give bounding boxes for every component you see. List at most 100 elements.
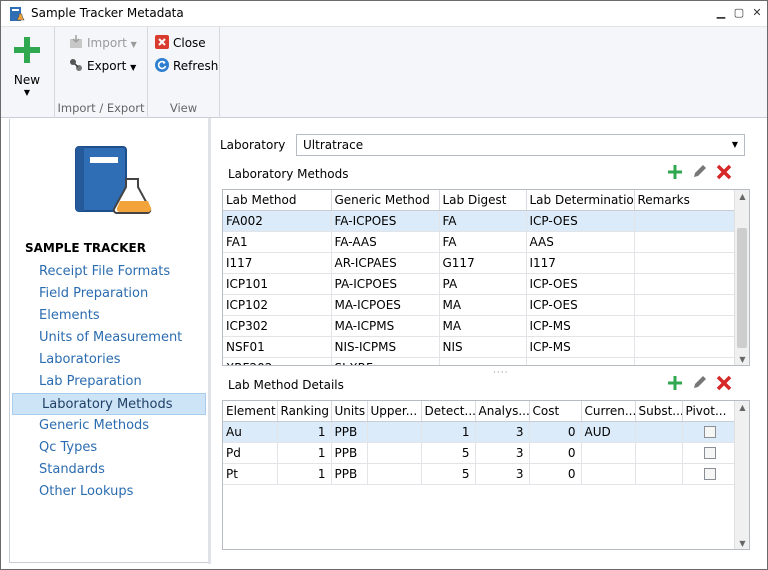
import-button[interactable]: Import ▼ (68, 33, 137, 53)
table-cell[interactable]: ICP-MS (526, 315, 635, 337)
table-cell[interactable]: ICP101 (223, 273, 332, 295)
details-scrollbar[interactable]: ▲ ▼ (734, 401, 749, 549)
methods-column-header[interactable]: Lab Method (223, 190, 332, 211)
table-cell[interactable]: 3 (475, 421, 530, 443)
details-column-header[interactable]: Cost (529, 401, 582, 422)
table-cell[interactable]: ICP-OES (526, 273, 635, 295)
table-cell[interactable]: ICP302 (223, 315, 332, 337)
table-cell[interactable]: PPB (331, 442, 368, 464)
table-cell[interactable]: ICP-OES (526, 294, 635, 316)
close-button[interactable]: Close (154, 33, 206, 53)
edit-detail-button[interactable] (691, 375, 709, 393)
table-cell[interactable]: MA (439, 294, 527, 316)
refresh-button[interactable]: Refresh (154, 56, 218, 76)
table-cell[interactable]: FA (439, 210, 527, 232)
table-cell[interactable] (634, 315, 736, 337)
table-cell[interactable]: ICP102 (223, 294, 332, 316)
export-button[interactable]: Export ▼ (68, 56, 136, 76)
table-cell[interactable] (367, 421, 422, 443)
table-row[interactable]: I117 AR-ICPAES G117 I117 (223, 252, 736, 274)
table-cell[interactable] (634, 273, 736, 295)
details-column-header[interactable]: Detect... (421, 401, 476, 422)
details-column-header[interactable]: Curren... (581, 401, 636, 422)
table-row[interactable]: NSF01 NIS-ICPMS NIS ICP-MS (223, 336, 736, 358)
details-column-header[interactable]: Element (223, 401, 278, 422)
methods-column-header[interactable]: Lab Digest (439, 190, 527, 211)
table-cell[interactable] (635, 463, 683, 485)
minimize-icon[interactable]: ▁ (715, 7, 727, 19)
methods-column-header[interactable]: Remarks (634, 190, 736, 211)
table-cell[interactable] (634, 231, 736, 253)
edit-method-button[interactable] (691, 164, 709, 182)
table-cell[interactable]: NSF01 (223, 336, 332, 358)
sidebar-item-field-preparation[interactable]: Field Preparation (10, 283, 208, 305)
sidebar-item-receipt-file-formats[interactable]: Receipt File Formats (10, 261, 208, 283)
table-cell[interactable] (634, 357, 736, 365)
table-cell[interactable]: FA-AAS (331, 231, 440, 253)
scroll-up-icon[interactable]: ▲ (735, 190, 749, 204)
table-cell[interactable] (367, 442, 422, 464)
table-cell[interactable] (439, 357, 527, 365)
sidebar-item-elements[interactable]: Elements (10, 305, 208, 327)
delete-detail-button[interactable] (716, 375, 734, 393)
table-row[interactable]: Pd 1 PPB 5 3 0 (223, 442, 736, 464)
table-cell[interactable]: 5 (421, 442, 476, 464)
pivot-checkbox[interactable] (704, 467, 716, 480)
close-window-icon[interactable]: ✕ (751, 7, 763, 19)
table-cell[interactable]: PA (439, 273, 527, 295)
table-cell[interactable] (634, 294, 736, 316)
pivot-checkbox-cell[interactable] (682, 442, 736, 464)
table-cell[interactable] (634, 210, 736, 232)
table-cell[interactable]: 0 (529, 442, 582, 464)
methods-column-header[interactable]: Generic Method (331, 190, 440, 211)
table-cell[interactable]: FA002 (223, 210, 332, 232)
table-cell[interactable]: 5 (421, 463, 476, 485)
table-cell[interactable]: 3 (475, 463, 530, 485)
table-cell[interactable]: ICP-OES (526, 210, 635, 232)
pivot-checkbox-cell[interactable] (682, 463, 736, 485)
table-cell[interactable]: Pt (223, 463, 278, 485)
table-cell[interactable]: MA-ICPMS (331, 315, 440, 337)
maximize-icon[interactable]: ▢ (733, 7, 745, 19)
add-method-button[interactable] (667, 164, 685, 182)
details-column-header[interactable]: Analys... (475, 401, 530, 422)
scroll-down-icon[interactable]: ▼ (735, 537, 749, 549)
pivot-checkbox[interactable] (704, 446, 716, 459)
table-cell[interactable]: 0 (529, 463, 582, 485)
table-cell[interactable]: XRF202 (223, 357, 332, 365)
table-row[interactable]: Pt 1 PPB 5 3 0 (223, 463, 736, 485)
table-cell[interactable]: Au (223, 421, 278, 443)
table-cell[interactable]: G117 (439, 252, 527, 274)
details-column-header[interactable]: Pivot... (682, 401, 736, 422)
table-cell[interactable] (581, 442, 636, 464)
table-cell[interactable]: MA-ICPOES (331, 294, 440, 316)
table-cell[interactable]: NIS (439, 336, 527, 358)
scroll-up-icon[interactable]: ▲ (735, 401, 749, 415)
scroll-down-icon[interactable]: ▼ (735, 353, 749, 365)
methods-scrollbar[interactable]: ▲ ▼ (734, 190, 749, 365)
table-cell[interactable]: FA (439, 231, 527, 253)
details-column-header[interactable]: Units (331, 401, 368, 422)
table-row[interactable]: FA1 FA-AAS FA AAS (223, 231, 736, 253)
sidebar-item-laboratories[interactable]: Laboratories (10, 349, 208, 371)
add-detail-button[interactable] (667, 375, 685, 393)
delete-method-button[interactable] (716, 164, 734, 182)
table-cell[interactable]: AAS (526, 231, 635, 253)
table-cell[interactable]: 1 (277, 421, 332, 443)
grid-splitter-grip-icon[interactable]: ···· (493, 368, 508, 378)
sidebar-item-units-of-measurement[interactable]: Units of Measurement (10, 327, 208, 349)
methods-column-header[interactable]: Lab Determination (526, 190, 635, 211)
table-row[interactable]: XRF202SI-XRF (223, 357, 736, 365)
table-cell[interactable]: PA-ICPOES (331, 273, 440, 295)
table-cell[interactable] (635, 421, 683, 443)
sidebar-item-qc-types[interactable]: Qc Types (10, 437, 208, 459)
table-cell[interactable]: I117 (223, 252, 332, 274)
table-cell[interactable]: ICP-MS (526, 336, 635, 358)
table-cell[interactable] (367, 463, 422, 485)
table-cell[interactable]: FA1 (223, 231, 332, 253)
sidebar-item-generic-methods[interactable]: Generic Methods (10, 415, 208, 437)
pivot-checkbox[interactable] (704, 425, 716, 438)
table-cell[interactable]: 1 (277, 442, 332, 464)
table-cell[interactable] (634, 252, 736, 274)
sidebar-item-lab-preparation[interactable]: Lab Preparation (10, 371, 208, 393)
